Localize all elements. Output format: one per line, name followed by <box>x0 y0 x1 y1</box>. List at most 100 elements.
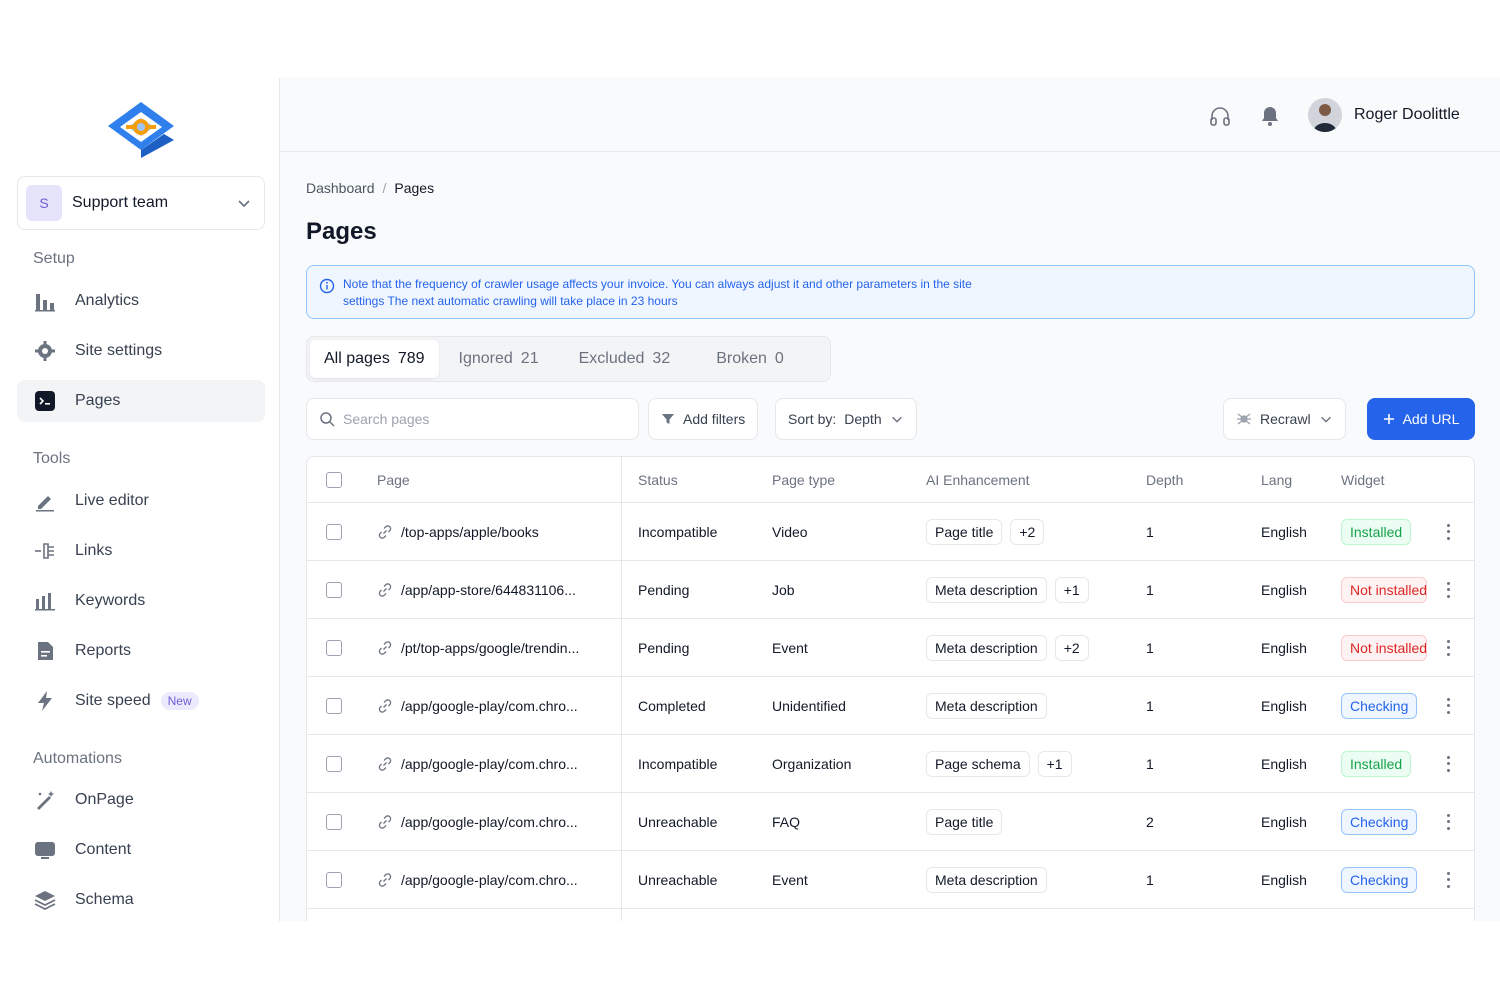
info-icon <box>319 278 335 294</box>
magic-wand-icon <box>33 788 57 812</box>
avatar[interactable] <box>1308 98 1342 132</box>
ai-extra-chip[interactable]: +2 <box>1054 634 1089 661</box>
sort-dropdown[interactable]: Sort by: Depth <box>775 398 917 440</box>
table-header: Page Status Page type AI Enhancement Dep… <box>307 457 1474 503</box>
page-path-link[interactable]: /app/google-play/com.chro... <box>401 814 578 830</box>
tab-ignored[interactable]: Ignored 21 <box>445 340 553 378</box>
tab-label: Excluded <box>578 350 645 367</box>
recrawl-button[interactable]: Recrawl <box>1223 398 1346 440</box>
header-depth[interactable]: Depth <box>1146 457 1183 502</box>
search-input[interactable] <box>343 411 623 427</box>
sidebar-item-keywords[interactable]: Keywords <box>17 580 265 622</box>
breadcrumb-dashboard[interactable]: Dashboard <box>306 180 375 196</box>
row-checkbox[interactable] <box>326 755 342 772</box>
team-selector[interactable]: S Support team <box>17 176 265 230</box>
sidebar-item-label: Content <box>75 841 132 858</box>
more-options-icon[interactable] <box>1446 813 1450 830</box>
row-checkbox[interactable] <box>326 639 342 656</box>
sidebar-item-content[interactable]: Content <box>17 829 265 871</box>
sidebar-item-live-editor[interactable]: Live editor <box>17 480 265 522</box>
page-path-link[interactable]: /pt/top-apps/google/trendin... <box>401 640 579 656</box>
widget-status-badge: Not installed <box>1341 634 1427 661</box>
sidebar-item-links[interactable]: Links <box>17 530 265 572</box>
depth-cell: 2 <box>1146 813 1154 830</box>
more-options-icon[interactable] <box>1446 523 1450 540</box>
sidebar-item-label: Schema <box>75 891 134 908</box>
sidebar-item-analytics[interactable]: Analytics <box>17 280 265 322</box>
sidebar-item-label: OnPage <box>75 791 134 808</box>
header-page[interactable]: Page <box>377 457 410 502</box>
table-row[interactable]: /app/google-play/com.chro... Completed Uni… <box>307 677 1474 735</box>
ai-enhancement-chip[interactable]: Meta description <box>926 866 1047 893</box>
header-status[interactable]: Status <box>638 457 678 502</box>
search-box <box>306 398 639 440</box>
tab-all-pages[interactable]: All pages 789 <box>310 340 439 378</box>
info-notice: Note that the frequency of crawler usage… <box>306 265 1475 319</box>
table-row[interactable]: /pt/top-apps/google/trendin... Pending Eve… <box>307 619 1474 677</box>
select-all-checkbox[interactable] <box>326 471 342 488</box>
sidebar-item-pages[interactable]: Pages <box>17 380 265 422</box>
header-widget[interactable]: Widget <box>1341 457 1385 502</box>
sidebar-item-label: Live editor <box>75 492 149 509</box>
page-type-cell: Event <box>772 639 808 656</box>
headphones-icon[interactable] <box>1208 104 1232 128</box>
row-checkbox[interactable] <box>326 581 342 598</box>
link-icon <box>378 524 392 539</box>
user-name[interactable]: Roger Doolittle <box>1354 106 1460 124</box>
header-lang[interactable]: Lang <box>1261 457 1292 502</box>
page-path-link[interactable]: /top-apps/apple/books <box>401 524 539 540</box>
ai-extra-chip[interactable]: +1 <box>1054 576 1089 603</box>
more-options-icon[interactable] <box>1446 871 1450 888</box>
bell-icon[interactable] <box>1258 104 1282 128</box>
more-options-icon[interactable] <box>1446 639 1450 656</box>
ai-enhancement-chip[interactable]: Page title <box>926 808 1003 835</box>
more-options-icon[interactable] <box>1446 697 1450 714</box>
tab-count: 32 <box>652 350 671 367</box>
lang-cell: English <box>1261 755 1307 772</box>
tab-broken[interactable]: Broken 0 <box>702 340 798 378</box>
sidebar-item-site-speed[interactable]: Site speed New <box>17 680 265 722</box>
tab-excluded[interactable]: Excluded 32 <box>565 340 685 378</box>
sidebar: S Support team Setup Analytics Site sett… <box>0 78 280 921</box>
ai-enhancement-chip[interactable]: Meta description <box>926 692 1047 719</box>
status-cell: Pending <box>638 639 690 656</box>
table-row[interactable]: /app/google-play/com.chro... Unreachable E… <box>307 851 1474 909</box>
sidebar-item-onpage[interactable]: OnPage <box>17 779 265 821</box>
link-icon <box>378 756 392 771</box>
ai-enhancement-chip[interactable]: Meta description <box>926 576 1047 603</box>
header-page-type[interactable]: Page type <box>772 457 835 502</box>
header-ai-enhancement[interactable]: AI Enhancement <box>926 457 1030 502</box>
page-type-cell: Video <box>772 523 808 540</box>
sidebar-item-schema[interactable]: Schema <box>17 879 265 921</box>
table-row[interactable]: /app/google-play/com.chro... Incompatible… <box>307 735 1474 793</box>
page-path-link[interactable]: /app/google-play/com.chro... <box>401 872 578 888</box>
sidebar-item-site-settings[interactable]: Site settings <box>17 330 265 372</box>
ai-enhancement-chip[interactable]: Meta description <box>926 634 1047 661</box>
table-row[interactable]: /app/app-store/644831106... Pending Job Met… <box>307 561 1474 619</box>
page-path-link[interactable]: /app/google-play/com.chro... <box>401 698 578 714</box>
ai-enhancement-chip[interactable]: Page title <box>926 518 1003 545</box>
brand-logo[interactable] <box>104 100 178 160</box>
tab-count: 789 <box>397 350 425 367</box>
lang-cell: English <box>1261 639 1307 656</box>
row-checkbox[interactable] <box>326 697 342 714</box>
ai-extra-chip[interactable]: +2 <box>1010 518 1045 545</box>
status-cell: Pending <box>638 581 690 598</box>
row-checkbox[interactable] <box>326 523 342 540</box>
row-checkbox[interactable] <box>326 871 342 888</box>
row-checkbox[interactable] <box>326 813 342 830</box>
ai-extra-chip[interactable]: +1 <box>1037 750 1072 777</box>
table-row[interactable]: /top-apps/apple/books Incompatible Video Pa… <box>307 503 1474 561</box>
sidebar-item-reports[interactable]: Reports <box>17 630 265 672</box>
more-options-icon[interactable] <box>1446 581 1450 598</box>
page-path-link[interactable]: /app/app-store/644831106... <box>401 582 576 598</box>
more-options-icon[interactable] <box>1446 755 1450 772</box>
add-url-button[interactable]: Add URL <box>1367 398 1475 440</box>
ai-enhancement-chip[interactable]: Page schema <box>926 750 1030 777</box>
table-row[interactable]: /app/google-play/com.chro... Unreachable F… <box>307 793 1474 851</box>
add-filters-button[interactable]: Add filters <box>648 398 759 440</box>
depth-cell: 1 <box>1146 523 1154 540</box>
bar-chart-icon <box>33 289 57 313</box>
page-path-link[interactable]: /app/google-play/com.chro... <box>401 756 578 772</box>
filter-icon <box>662 414 674 424</box>
